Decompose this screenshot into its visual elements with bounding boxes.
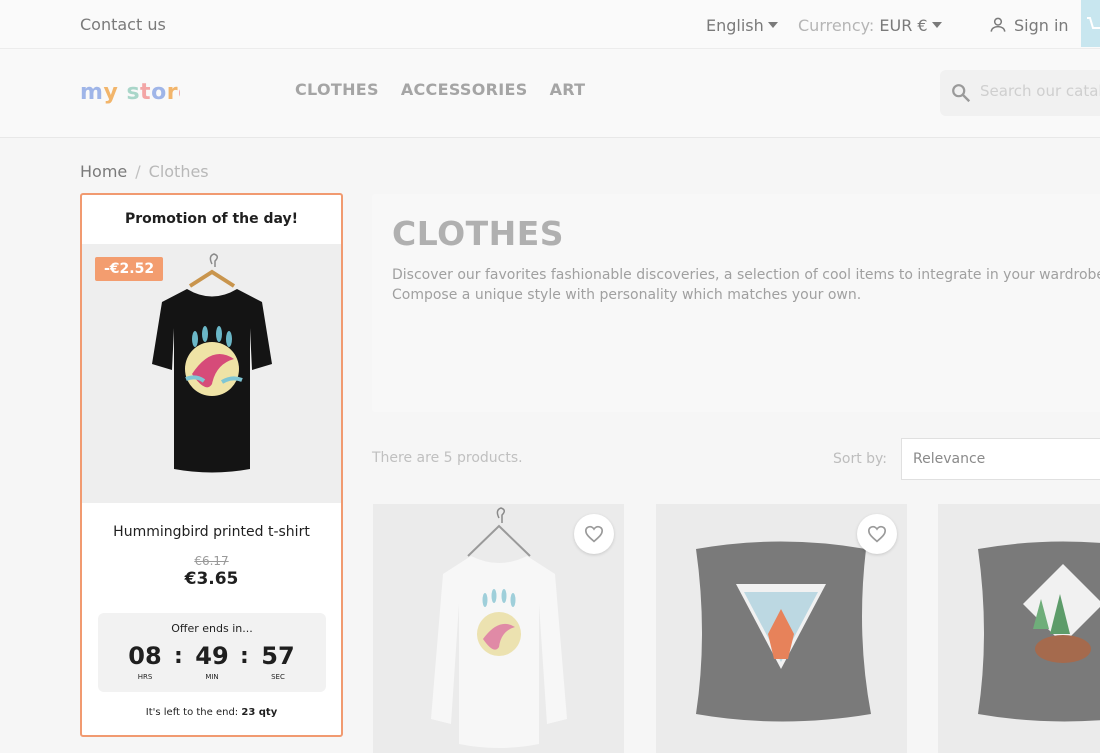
breadcrumb-current: Clothes [148, 162, 209, 181]
store-logo[interactable]: my store [80, 77, 193, 113]
promotion-product-name[interactable]: Hummingbird printed t-shirt [82, 524, 341, 540]
discount-badge: -€2.52 [95, 257, 164, 281]
heart-icon [584, 525, 604, 543]
old-price: €6.17 [194, 554, 229, 568]
heart-icon [867, 525, 887, 543]
main-menu: CLOTHES ACCESSORIES ART [295, 80, 585, 99]
category-description-line: Discover our favorites fashionable disco… [392, 267, 1100, 283]
promotion-product-image[interactable]: -€2.52 [82, 244, 341, 503]
remaining-value: 23 qty [241, 707, 278, 718]
contact-link[interactable]: Contact us [80, 15, 166, 34]
countdown-minutes-label: MIN [205, 673, 219, 681]
countdown-hours: 08 [128, 642, 162, 670]
top-nav: Contact us English Currency: EUR € Sign … [0, 0, 1100, 49]
chevron-down-icon [931, 22, 942, 28]
category-description: Discover our favorites fashionable disco… [392, 265, 1100, 305]
category-title: CLOTHES [392, 214, 565, 253]
promotion-card: Promotion of the day! -€2.52 Hummingbird… [80, 193, 343, 737]
wishlist-button[interactable] [857, 514, 897, 554]
currency-select[interactable]: Currency: EUR € [798, 16, 942, 35]
remaining-quantity: It's left to the end: 23 qty [82, 707, 341, 718]
remaining-label: It's left to the end: [145, 707, 239, 718]
countdown-separator: : [174, 644, 183, 669]
product-card[interactable] [373, 504, 624, 753]
sign-in-link[interactable]: Sign in [988, 15, 1069, 35]
sort-select[interactable]: Relevance [901, 438, 1100, 480]
tshirt-image [152, 253, 272, 473]
new-price: €3.65 [184, 569, 239, 589]
offer-ends-text: Offer ends in... [171, 622, 253, 635]
menu-accessories[interactable]: ACCESSORIES [401, 80, 528, 99]
breadcrumb-home[interactable]: Home [80, 162, 127, 181]
cart-button[interactable] [1081, 0, 1100, 47]
product-count: There are 5 products. [372, 450, 523, 466]
language-select[interactable]: English [706, 16, 778, 35]
cart-icon [1087, 17, 1100, 29]
countdown-seconds-label: SEC [271, 673, 285, 681]
product-card[interactable] [938, 504, 1100, 753]
sign-in-label: Sign in [1014, 15, 1069, 35]
language-label: English [706, 16, 764, 35]
chevron-down-icon [767, 22, 778, 28]
currency-label: Currency: [798, 16, 875, 35]
countdown-minutes: 49 [195, 642, 229, 670]
search-icon[interactable] [950, 82, 972, 104]
main-header: my store CLOTHES ACCESSORIES ART [0, 49, 1100, 138]
menu-clothes[interactable]: CLOTHES [295, 80, 379, 99]
user-icon [990, 17, 1006, 32]
breadcrumb: Home / Clothes [80, 162, 209, 181]
countdown-seconds: 57 [261, 642, 295, 670]
search-input[interactable] [980, 82, 1100, 100]
wishlist-button[interactable] [574, 514, 614, 554]
category-banner: CLOTHES Discover our favorites fashionab… [372, 194, 1100, 412]
countdown-hours-label: HRS [137, 673, 153, 681]
svg-text:my store: my store [80, 80, 180, 105]
promotion-title: Promotion of the day! [124, 211, 299, 227]
product-image [978, 541, 1100, 722]
product-card[interactable] [656, 504, 907, 753]
search-box [940, 70, 1100, 116]
menu-art[interactable]: ART [550, 80, 586, 99]
countdown-timer: Offer ends in... 08 : 49 : 57 HRS MIN SE… [98, 613, 326, 692]
countdown-separator: : [240, 644, 249, 669]
currency-value: EUR € [879, 16, 928, 35]
sort-label: Sort by: [833, 451, 888, 467]
store-logo-art: my store [80, 80, 193, 105]
category-description-line: Compose a unique style with personality … [392, 287, 862, 303]
breadcrumb-separator: / [135, 162, 141, 181]
